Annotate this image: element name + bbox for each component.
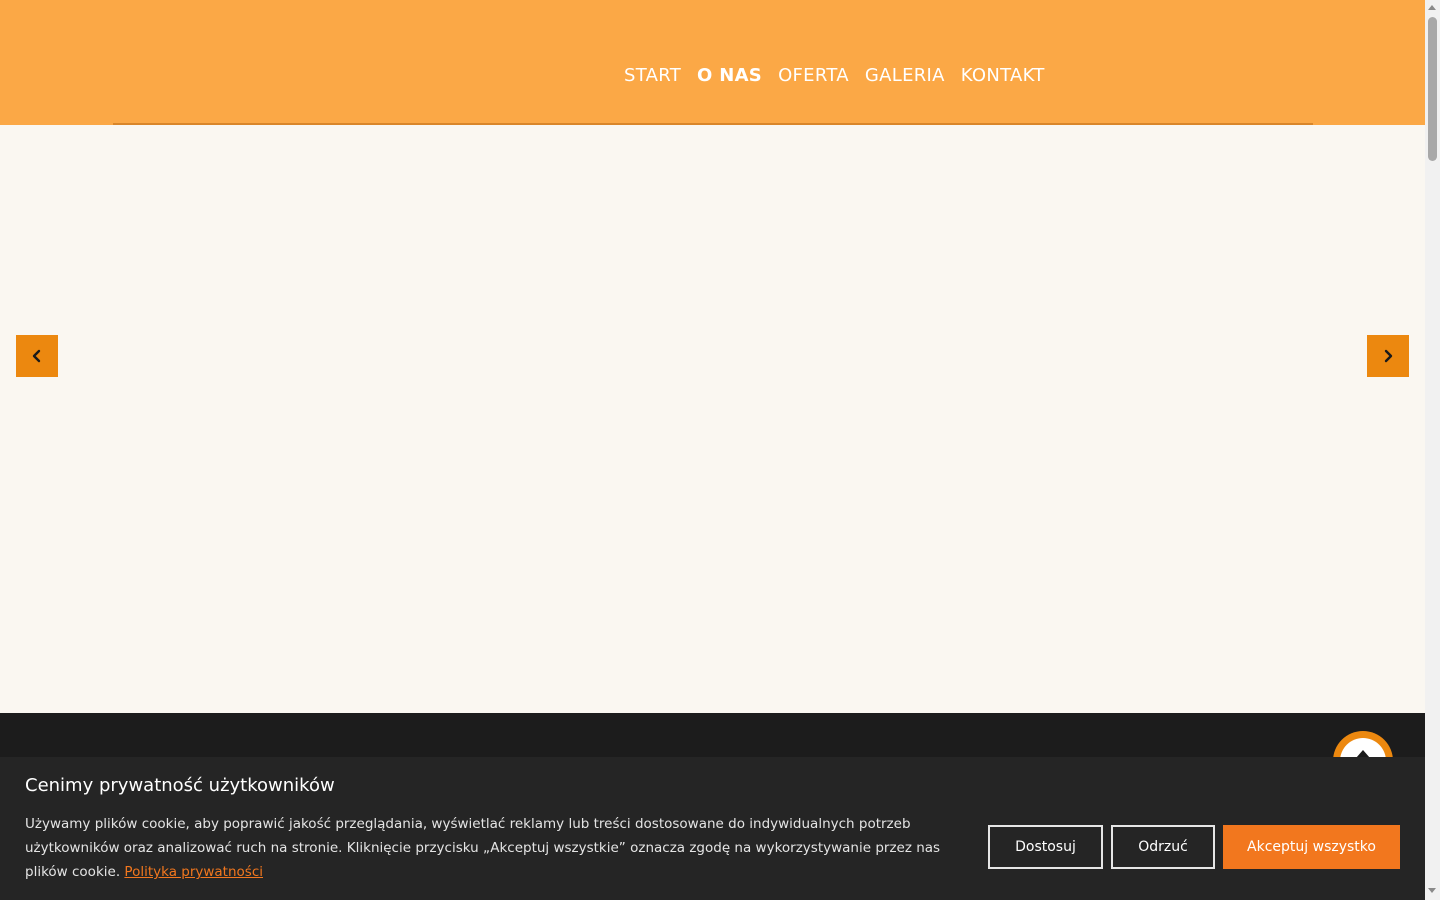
cookie-consent-banner: Cenimy prywatność użytkowników Używamy p…: [0, 757, 1425, 900]
chevron-right-icon: [1384, 349, 1393, 363]
reject-button[interactable]: Odrzuć: [1111, 825, 1215, 869]
nav-o-nas[interactable]: O NAS: [689, 64, 770, 88]
chevron-left-icon: [32, 349, 41, 363]
hero-slider: [0, 125, 1425, 713]
cookie-description: Używamy plików cookie, aby poprawić jako…: [25, 812, 980, 884]
slider-prev-button[interactable]: [16, 335, 58, 377]
scroll-down-arrow-icon[interactable]: [1428, 888, 1436, 893]
customize-button[interactable]: Dostosuj: [988, 825, 1103, 869]
page-scrollbar[interactable]: [1425, 0, 1440, 900]
privacy-policy-link[interactable]: Polityka prywatności: [124, 864, 263, 880]
accept-all-button[interactable]: Akceptuj wszystko: [1223, 825, 1400, 869]
scroll-up-arrow-icon[interactable]: [1428, 5, 1436, 10]
slider-next-button[interactable]: [1367, 335, 1409, 377]
cookie-title: Cenimy prywatność użytkowników: [25, 775, 335, 796]
nav-start[interactable]: START: [616, 64, 689, 88]
nav-oferta[interactable]: OFERTA: [770, 64, 857, 88]
site-header: START O NAS OFERTA GALERIA KONTAKT: [0, 0, 1425, 125]
main-nav: START O NAS OFERTA GALERIA KONTAKT: [616, 64, 1053, 88]
nav-galeria[interactable]: GALERIA: [857, 64, 953, 88]
scrollbar-thumb[interactable]: [1428, 17, 1437, 161]
nav-kontakt[interactable]: KONTAKT: [953, 64, 1053, 88]
